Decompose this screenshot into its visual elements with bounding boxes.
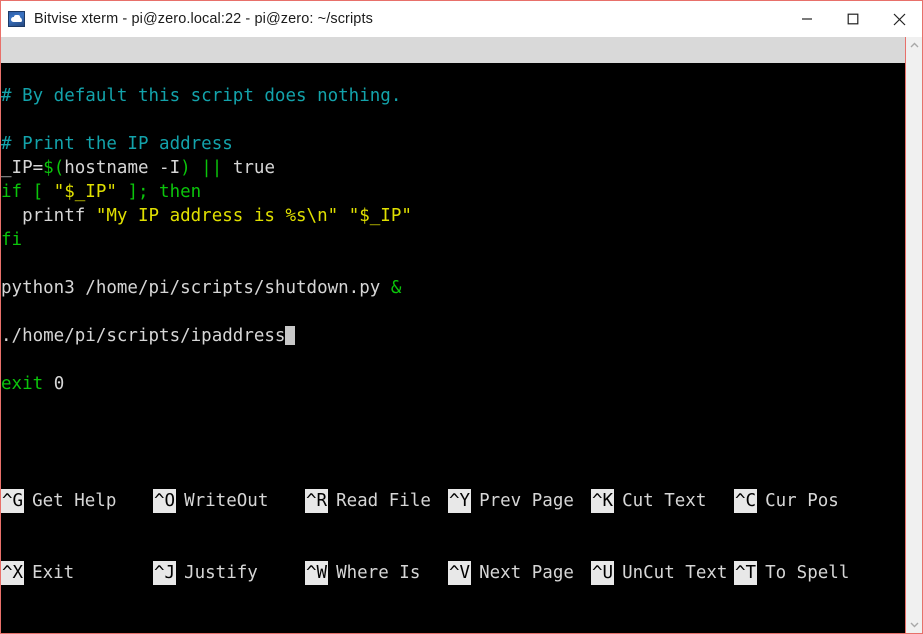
shortcut-get-help[interactable]: ^G Get Help [1, 489, 153, 513]
shortcut-justify[interactable]: ^J Justify [153, 561, 305, 585]
shortcut-label: Justify [184, 563, 258, 583]
bitvise-app-icon [8, 11, 25, 27]
vertical-scrollbar[interactable] [905, 37, 922, 633]
shortcut-cut-text[interactable]: ^K Cut Text [591, 489, 734, 513]
shortcut-key: ^K [591, 489, 615, 513]
shortcut-writeout[interactable]: ^O WriteOut [153, 489, 305, 513]
title-bar[interactable]: Bitvise xterm - pi@zero.local:22 - pi@ze… [1, 1, 922, 37]
chevron-down-icon[interactable] [906, 616, 923, 633]
shortcut-label: Cur Pos [765, 491, 839, 511]
shortcut-label: WriteOut [184, 491, 269, 511]
code-token: $( [43, 158, 65, 178]
code-line: _IP=$(hostname -I) || true [1, 156, 905, 180]
code-token: ]; then [116, 182, 202, 202]
code-token: hostname -I [64, 158, 181, 178]
text-cursor [285, 326, 296, 345]
shortcut-next-page[interactable]: ^V Next Page [448, 561, 591, 585]
code-line: # Print the IP address [1, 132, 905, 156]
chevron-up-icon[interactable] [906, 37, 923, 54]
maximize-button[interactable] [830, 1, 876, 37]
shortcut-key: ^V [448, 561, 472, 585]
code-line: # By default this script does nothing. [1, 84, 905, 108]
shortcut-where-is[interactable]: ^W Where Is [305, 561, 448, 585]
code-token: 0 [53, 374, 65, 394]
code-token: python3 /home/pi/scripts/shutdown.py [1, 278, 391, 298]
code-token: # By default this script does nothing. [1, 86, 402, 106]
code-line: fi [1, 228, 905, 252]
shortcut-label: Where Is [336, 563, 421, 583]
shortcut-key: ^U [591, 561, 615, 585]
shortcut-cur-pos[interactable]: ^C Cur Pos [734, 489, 877, 513]
shortcut-key: ^X [1, 561, 25, 585]
close-button[interactable] [876, 1, 922, 37]
window-title: Bitvise xterm - pi@zero.local:22 - pi@ze… [34, 11, 373, 27]
shortcut-label: Next Page [479, 563, 574, 583]
code-token: exit [1, 374, 54, 394]
code-line: python3 /home/pi/scripts/shutdown.py & [1, 276, 905, 300]
code-token: ) [180, 158, 191, 178]
code-line: if [ "$_IP" ]; then [1, 180, 905, 204]
code-line: exit 0 [1, 372, 905, 396]
code-token: fi [1, 230, 23, 250]
shortcut-label: Read File [336, 491, 431, 511]
nano-title-bar: GNU nano 2.2.6 File: /etc/rc.local Modif… [1, 37, 905, 138]
code-line: printf "My IP address is %s\n" "$_IP" [1, 204, 905, 228]
code-token: true [222, 158, 275, 178]
shortcut-label: Prev Page [479, 491, 574, 511]
code-token: _IP= [1, 158, 44, 178]
code-token: & [390, 278, 402, 298]
window-controls [784, 1, 922, 37]
shortcut-key: ^O [153, 489, 177, 513]
shortcut-label: Get Help [32, 491, 117, 511]
code-token: "$_IP" [348, 206, 412, 226]
shortcut-key: ^J [153, 561, 177, 585]
code-line: ./home/pi/scripts/ipaddress [1, 324, 905, 348]
code-token: "$_IP" [53, 182, 117, 202]
shortcut-exit[interactable]: ^X Exit [1, 561, 153, 585]
shortcut-row-1: ^G Get Help ^O WriteOut ^R Read File ^Y Prev Pa… [1, 489, 905, 513]
shortcut-label: Exit [32, 563, 75, 583]
terminal-body: GNU nano 2.2.6 File: /etc/rc.local Modif… [1, 37, 922, 633]
shortcut-read-file[interactable]: ^R Read File [305, 489, 448, 513]
shortcut-key: ^Y [448, 489, 472, 513]
shortcut-key: ^G [1, 489, 25, 513]
code-token: if [ [1, 182, 54, 202]
code-token: # Print the IP address [1, 134, 233, 154]
shortcut-label: UnCut Text [622, 563, 728, 583]
code-token: "My IP address is %s\n" [95, 206, 339, 226]
code-token: printf [1, 206, 96, 226]
code-token: ./home/pi/scripts/ipaddress [1, 326, 286, 346]
shortcut-to-spell[interactable]: ^T To Spell [734, 561, 877, 585]
minimize-button[interactable] [784, 1, 830, 37]
shortcut-prev-page[interactable]: ^Y Prev Page [448, 489, 591, 513]
shortcut-key: ^T [734, 561, 758, 585]
shortcut-key: ^C [734, 489, 758, 513]
terminal-window: Bitvise xterm - pi@zero.local:22 - pi@ze… [0, 0, 923, 634]
code-token: || [201, 158, 223, 178]
shortcut-label: Cut Text [622, 491, 707, 511]
shortcut-key: ^W [305, 561, 329, 585]
nano-editor[interactable]: GNU nano 2.2.6 File: /etc/rc.local Modif… [1, 37, 905, 633]
shortcut-key: ^R [305, 489, 329, 513]
nano-shortcut-bar: ^G Get Help ^O WriteOut ^R Read File ^Y Prev Pa… [1, 441, 905, 633]
shortcut-label: To Spell [765, 563, 850, 583]
shortcut-uncut-text[interactable]: ^U UnCut Text [591, 561, 734, 585]
shortcut-row-2: ^X Exit ^J Justify ^W Where Is ^V Next Page ^U Un… [1, 561, 905, 585]
